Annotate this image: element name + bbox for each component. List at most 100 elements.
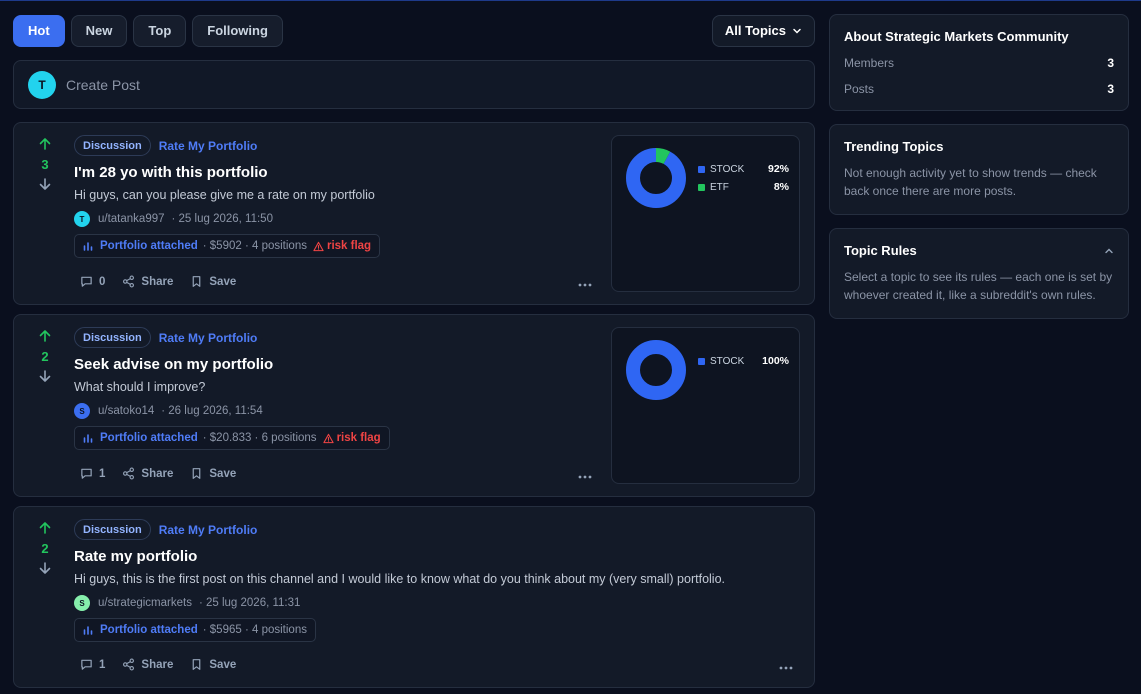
- downvote-icon[interactable]: [38, 177, 52, 191]
- save-button[interactable]: Save: [190, 467, 236, 480]
- post-content: Discussion Rate My Portfolio I'm 28 yo w…: [74, 135, 594, 258]
- sort-bar: Hot New Top Following All Topics: [13, 14, 815, 47]
- rules-title: Topic Rules: [844, 243, 917, 258]
- sort-hot-button[interactable]: Hot: [13, 14, 65, 47]
- downvote-icon[interactable]: [38, 369, 52, 383]
- post-title[interactable]: Seek advise on my portfolio: [74, 356, 594, 373]
- post-actions: 1 Share Save: [80, 467, 253, 480]
- create-post-bar[interactable]: T Create Post: [13, 60, 815, 109]
- share-button[interactable]: Share: [122, 658, 173, 671]
- allocation-chart: STOCK 100%: [611, 327, 800, 484]
- members-row: Members 3: [844, 56, 1114, 70]
- more-options-icon[interactable]: [577, 282, 593, 288]
- topics-dropdown[interactable]: All Topics: [711, 14, 815, 47]
- warning-icon: [322, 433, 334, 443]
- allocation-legend: STOCK 92% ETF 8%: [698, 160, 789, 196]
- post-content: Discussion Rate My Portfolio Rate my por…: [74, 519, 794, 642]
- post-card[interactable]: 3 Discussion Rate My Portfolio I'm 28 yo…: [13, 122, 815, 305]
- save-label: Save: [209, 275, 237, 288]
- post-topic-link[interactable]: Rate My Portfolio: [159, 331, 258, 345]
- author-link[interactable]: u/tatanka997: [98, 213, 165, 225]
- legend-swatch: [698, 183, 705, 191]
- rules-text: Select a topic to see its rules — each o…: [844, 270, 1113, 302]
- author-avatar: S: [74, 595, 90, 611]
- save-button[interactable]: Save: [190, 658, 236, 671]
- portfolio-chip[interactable]: Portfolio attached · $5902 · 4 positions…: [74, 234, 381, 258]
- legend-percent: 8%: [773, 181, 789, 193]
- post-actions: 0 Share Save: [80, 275, 253, 288]
- share-label: Share: [141, 467, 174, 480]
- post-card[interactable]: 2 Discussion Rate My Portfolio Seek advi…: [13, 314, 815, 497]
- post-title[interactable]: Rate my portfolio: [74, 548, 794, 565]
- members-count: 3: [1107, 56, 1114, 70]
- save-button[interactable]: Save: [190, 275, 236, 288]
- sort-top-button[interactable]: Top: [133, 14, 187, 47]
- portfolio-attached-label: Portfolio attached: [100, 432, 198, 444]
- sort-following-button[interactable]: Following: [192, 14, 283, 47]
- post-tag[interactable]: Discussion: [74, 519, 151, 540]
- comment-icon: [81, 659, 92, 670]
- rules-card: Topic Rules Select a topic to see its ru…: [829, 228, 1129, 319]
- allocation-chart: STOCK 92% ETF 8%: [611, 135, 800, 292]
- post-list: 3 Discussion Rate My Portfolio I'm 28 yo…: [13, 122, 815, 688]
- share-button[interactable]: Share: [122, 275, 173, 288]
- author-link[interactable]: u/strategicmarkets: [98, 597, 192, 609]
- author-link[interactable]: u/satoko14: [98, 405, 154, 417]
- post-topic-link[interactable]: Rate My Portfolio: [159, 523, 258, 537]
- chevron-up-icon[interactable]: [1104, 246, 1114, 256]
- comments-button[interactable]: 0: [80, 275, 105, 288]
- share-button[interactable]: Share: [122, 467, 173, 480]
- posts-label: Posts: [844, 82, 875, 96]
- downvote-icon[interactable]: [38, 561, 52, 575]
- legend-item-etf: ETF 8%: [698, 178, 789, 196]
- portfolio-chip[interactable]: Portfolio attached · $5965 · 4 positions: [74, 618, 316, 642]
- post-topic-link[interactable]: Rate My Portfolio: [159, 139, 258, 153]
- author-avatar: S: [74, 403, 90, 419]
- legend-percent: 100%: [762, 355, 789, 367]
- trending-text: Not enough activity yet to show trends —…: [844, 166, 1097, 198]
- portfolio-info: · $20.833 · 6 positions: [202, 432, 317, 444]
- feed-column: Hot New Top Following All Topics T Creat…: [13, 14, 815, 694]
- bar-chart-icon: [83, 434, 93, 443]
- comments-button[interactable]: 1: [80, 658, 105, 671]
- more-options-icon[interactable]: [778, 665, 794, 671]
- allocation-donut: [626, 148, 686, 208]
- posts-count: 3: [1107, 82, 1114, 96]
- upvote-icon[interactable]: [38, 521, 52, 535]
- bookmark-icon: [193, 659, 201, 670]
- topics-dropdown-label: All Topics: [724, 23, 786, 38]
- vote-column: 2: [36, 521, 54, 575]
- post-card[interactable]: 2 Discussion Rate My Portfolio Rate my p…: [13, 506, 815, 688]
- upvote-icon[interactable]: [38, 137, 52, 151]
- risk-flag-label: risk flag: [326, 240, 372, 252]
- comment-count: 0: [99, 275, 106, 288]
- upvote-icon[interactable]: [38, 329, 52, 343]
- post-tag[interactable]: Discussion: [74, 135, 151, 156]
- post-title[interactable]: I'm 28 yo with this portfolio: [74, 164, 594, 181]
- create-post-placeholder: Create Post: [66, 76, 140, 93]
- bar-chart-icon: [83, 242, 93, 251]
- about-card: About Strategic Markets Community Member…: [829, 14, 1129, 111]
- donut-slice-stock: [626, 340, 686, 400]
- members-label: Members: [844, 56, 895, 70]
- sort-new-button[interactable]: New: [70, 14, 128, 47]
- post-tag[interactable]: Discussion: [74, 327, 151, 348]
- vote-column: 2: [36, 329, 54, 383]
- comment-icon: [81, 468, 92, 479]
- legend-item-stock: STOCK 100%: [698, 352, 789, 370]
- share-icon: [123, 467, 135, 480]
- sidebar: About Strategic Markets Community Member…: [829, 14, 1129, 332]
- share-icon: [123, 275, 135, 288]
- allocation-donut: [626, 340, 686, 400]
- save-label: Save: [209, 658, 237, 671]
- post-date: · 25 lug 2026, 11:50: [171, 213, 273, 225]
- portfolio-chip[interactable]: Portfolio attached · $20.833 · 6 positio…: [74, 426, 390, 450]
- chevron-down-icon: [793, 28, 801, 34]
- comments-button[interactable]: 1: [80, 467, 105, 480]
- post-date: · 25 lug 2026, 11:31: [198, 597, 301, 609]
- trending-title: Trending Topics: [844, 139, 944, 154]
- share-label: Share: [141, 275, 174, 288]
- more-options-icon[interactable]: [577, 474, 593, 480]
- save-label: Save: [209, 467, 237, 480]
- posts-row: Posts 3: [844, 82, 1114, 96]
